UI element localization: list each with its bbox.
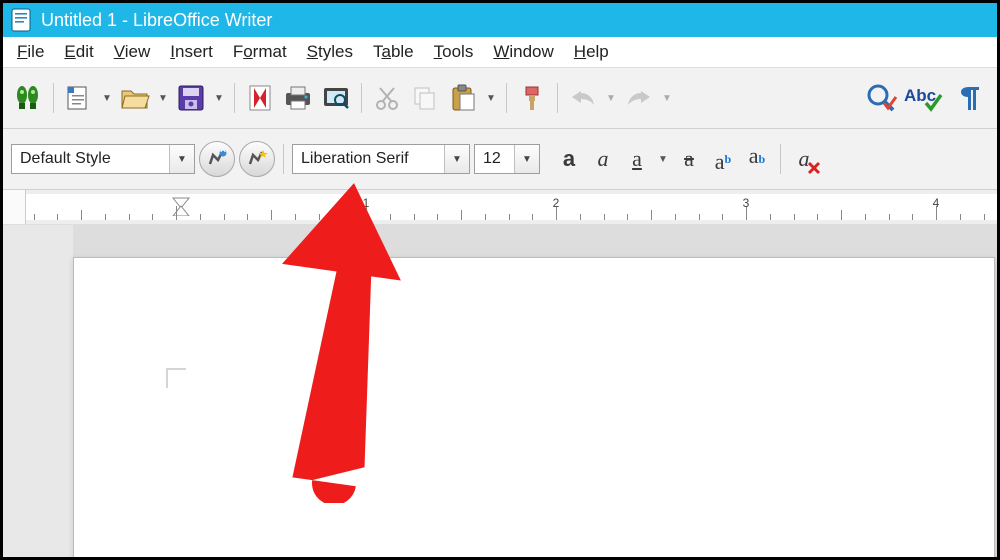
standard-toolbar: ▼ ▼ ▼ ▼ bbox=[3, 68, 997, 129]
bold-button[interactable]: a bbox=[554, 144, 584, 174]
clone-formatting-button[interactable] bbox=[515, 81, 549, 115]
app-window: Untitled 1 - LibreOffice Writer File Edi… bbox=[0, 0, 1000, 560]
menu-insert[interactable]: Insert bbox=[162, 40, 221, 64]
separator bbox=[780, 144, 781, 174]
font-size-combo[interactable]: 12 ▼ bbox=[474, 144, 540, 174]
menu-file[interactable]: File bbox=[9, 40, 52, 64]
chevron-down-icon[interactable]: ▼ bbox=[514, 145, 539, 173]
svg-text:Abc: Abc bbox=[904, 86, 936, 105]
strikethrough-button[interactable]: a bbox=[674, 144, 704, 174]
formatting-marks-button[interactable] bbox=[955, 81, 989, 115]
cut-button[interactable] bbox=[370, 81, 404, 115]
chevron-down-icon[interactable]: ▼ bbox=[169, 145, 194, 173]
separator bbox=[53, 83, 54, 113]
print-preview-button[interactable] bbox=[319, 81, 353, 115]
undo-button[interactable] bbox=[566, 81, 600, 115]
underline-button[interactable]: a bbox=[622, 144, 652, 174]
separator bbox=[283, 144, 284, 174]
ruler-number: 2 bbox=[553, 196, 560, 210]
save-button[interactable] bbox=[174, 81, 208, 115]
underline-dropdown[interactable]: ▼ bbox=[656, 154, 670, 165]
chevron-down-icon[interactable]: ▼ bbox=[444, 145, 469, 173]
new-document-dropdown[interactable]: ▼ bbox=[100, 93, 114, 104]
font-name-combo[interactable]: Liberation Serif ▼ bbox=[292, 144, 470, 174]
vertical-ruler[interactable] bbox=[3, 225, 73, 560]
font-name-value: Liberation Serif bbox=[293, 150, 444, 168]
menu-view[interactable]: View bbox=[106, 40, 159, 64]
ruler-corner bbox=[3, 190, 26, 224]
page[interactable] bbox=[73, 257, 995, 560]
titlebar: Untitled 1 - LibreOffice Writer bbox=[3, 3, 997, 37]
redo-dropdown[interactable]: ▼ bbox=[660, 93, 674, 104]
paste-button[interactable] bbox=[446, 81, 480, 115]
subscript-button[interactable]: ab bbox=[742, 144, 772, 174]
superscript-button[interactable]: ab bbox=[708, 144, 738, 174]
document-area bbox=[3, 225, 997, 560]
export-pdf-button[interactable] bbox=[243, 81, 277, 115]
open-dropdown[interactable]: ▼ bbox=[156, 93, 170, 104]
copy-button[interactable] bbox=[408, 81, 442, 115]
save-dropdown[interactable]: ▼ bbox=[212, 93, 226, 104]
undo-dropdown[interactable]: ▼ bbox=[604, 93, 618, 104]
separator bbox=[506, 83, 507, 113]
spellcheck-button[interactable] bbox=[865, 81, 899, 115]
find-replace-button[interactable] bbox=[11, 81, 45, 115]
window-title: Untitled 1 - LibreOffice Writer bbox=[41, 10, 272, 31]
paragraph-style-value: Default Style bbox=[12, 150, 169, 168]
update-style-button[interactable] bbox=[199, 141, 235, 177]
menu-tools[interactable]: Tools bbox=[426, 40, 482, 64]
separator bbox=[361, 83, 362, 113]
menubar: File Edit View Insert Format Styles Tabl… bbox=[3, 37, 997, 68]
paste-dropdown[interactable]: ▼ bbox=[484, 93, 498, 104]
menu-help[interactable]: Help bbox=[566, 40, 617, 64]
menu-window[interactable]: Window bbox=[485, 40, 561, 64]
redo-button[interactable] bbox=[622, 81, 656, 115]
menu-format[interactable]: Format bbox=[225, 40, 295, 64]
italic-button[interactable]: a bbox=[588, 144, 618, 174]
formatting-toolbar: Default Style ▼ Liberation Serif ▼ 12 ▼ … bbox=[3, 129, 997, 190]
font-size-value: 12 bbox=[475, 150, 514, 168]
ruler-number: 3 bbox=[743, 196, 750, 210]
menu-table[interactable]: Table bbox=[365, 40, 422, 64]
separator bbox=[234, 83, 235, 113]
auto-spellcheck-button[interactable]: Abc bbox=[903, 81, 951, 115]
open-button[interactable] bbox=[118, 81, 152, 115]
menu-edit[interactable]: Edit bbox=[56, 40, 101, 64]
paragraph-style-combo[interactable]: Default Style ▼ bbox=[11, 144, 195, 174]
new-style-button[interactable] bbox=[239, 141, 275, 177]
print-button[interactable] bbox=[281, 81, 315, 115]
new-document-button[interactable] bbox=[62, 81, 96, 115]
margin-marker-icon bbox=[166, 368, 186, 388]
separator bbox=[557, 83, 558, 113]
indent-marker-icon[interactable] bbox=[171, 196, 191, 216]
ruler-area: 1 2 3 4 bbox=[3, 190, 997, 225]
horizontal-ruler[interactable]: 1 2 3 4 bbox=[26, 194, 997, 220]
clear-formatting-button[interactable]: a bbox=[789, 144, 819, 174]
menu-styles[interactable]: Styles bbox=[299, 40, 361, 64]
ruler-number: 4 bbox=[933, 196, 940, 210]
ruler-number: 1 bbox=[363, 196, 370, 210]
document-icon bbox=[11, 8, 31, 32]
